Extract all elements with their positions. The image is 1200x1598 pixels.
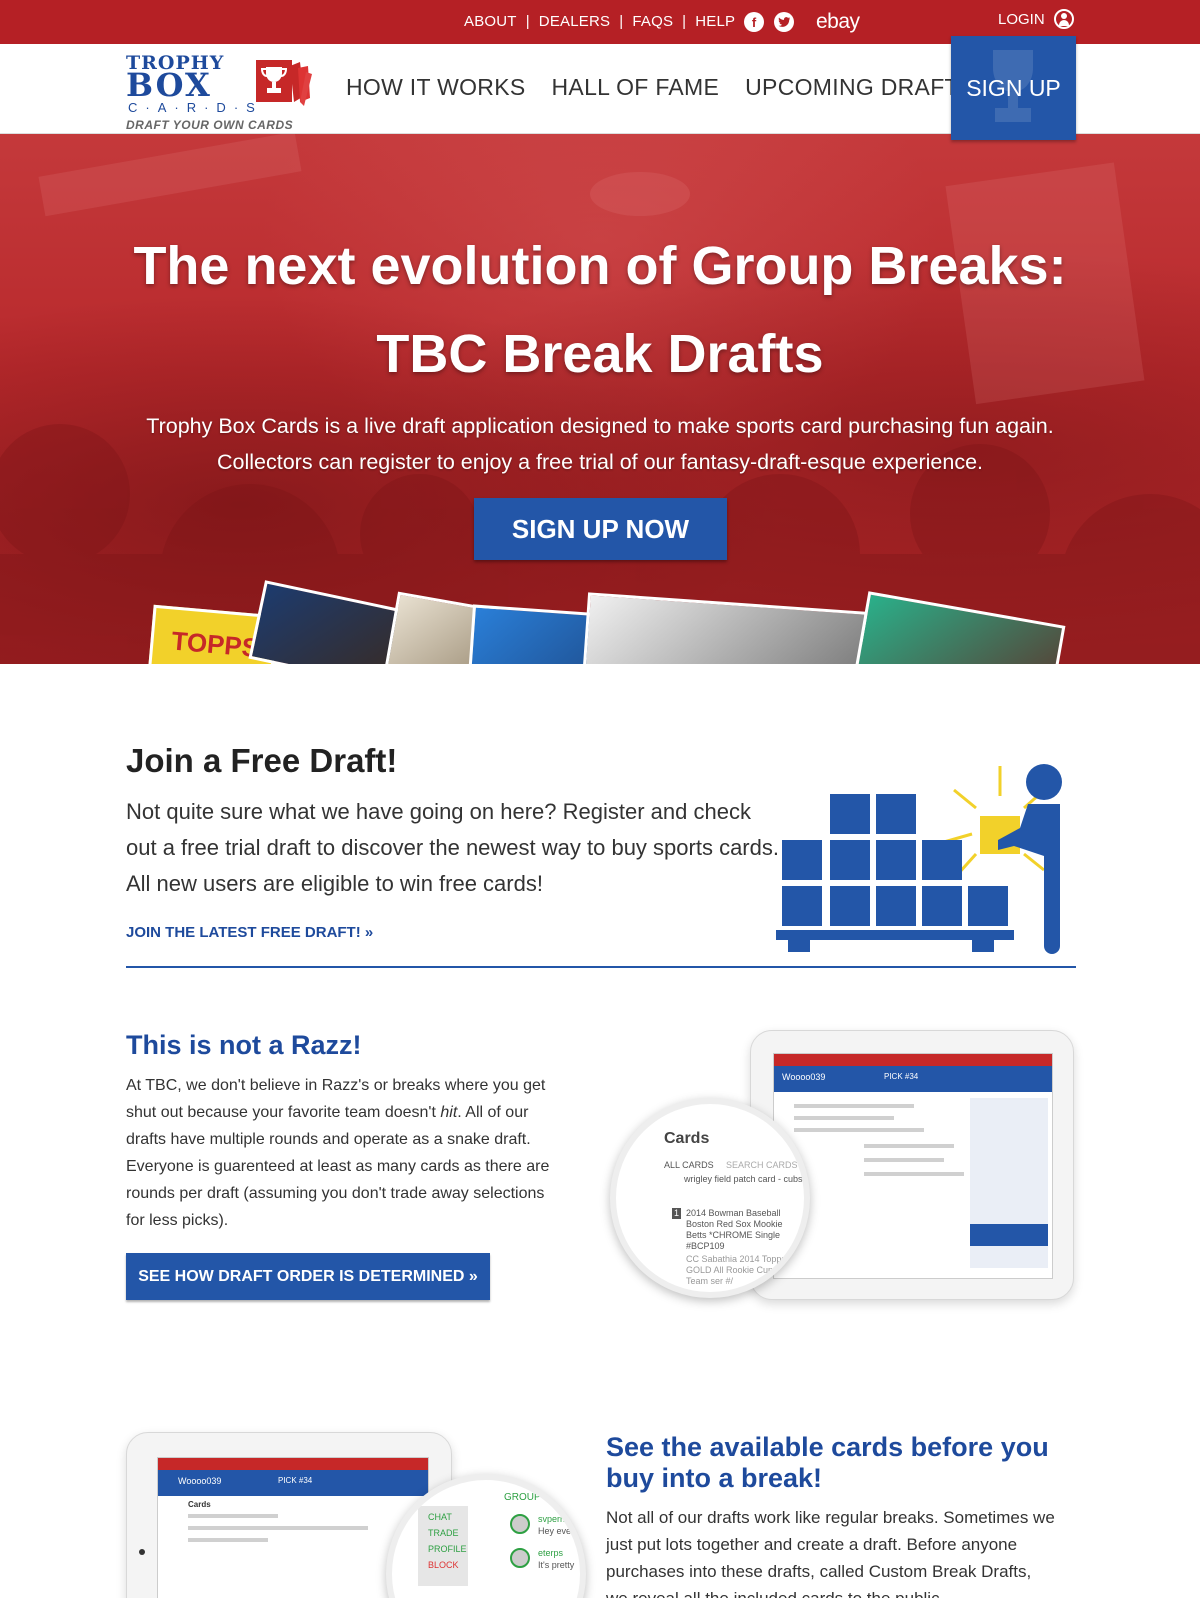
separator: | [525,13,530,30]
available-cards-title: See the available cards before you buy i… [606,1432,1049,1493]
logo-line-box: BOX [126,66,212,104]
social-links: f ebay [744,10,860,34]
screen-username-2: Woooo039 [178,1476,222,1486]
nav-upcoming-drafts[interactable]: UPCOMING DRAFTS [745,74,974,101]
zoom-all-cards-tab: ALL CARDS [664,1160,714,1170]
nav-how-it-works[interactable]: HOW IT WORKS [346,74,526,101]
login-label: LOGIN [998,10,1045,28]
dealers-link[interactable]: DEALERS [539,13,610,30]
screen-pick: PICK #34 [884,1072,919,1081]
zoom-item-patch: wrigley field patch card - cubs [684,1174,803,1184]
hero-subtitle: Trophy Box Cards is a live draft applica… [100,408,1100,480]
hero-subtitle-line1: Trophy Box Cards is a live draft applica… [146,414,1054,438]
available-cards-text: Not all of our drafts work like regular … [606,1508,1055,1598]
app-top-bar [158,1458,428,1470]
zoom-item-sabathia: CC Sabathia 2014 Topps GOLD All Rookie C… [686,1254,786,1286]
ebay-link[interactable]: ebay [816,10,860,34]
help-link[interactable]: HELP [695,13,735,30]
zoom-cards-title: Cards [664,1130,710,1147]
logo-line-cards: C·A·R·D·S [128,100,263,115]
tablet-screen: Woooo039 PICK #34 [773,1053,1053,1279]
separator: | [619,13,624,30]
app-top-bar [774,1054,1052,1066]
signup-label: SIGN UP [966,74,1061,101]
sign-up-now-button[interactable]: SIGN UP NOW [474,498,727,560]
logo-tagline: DRAFT YOUR OWN CARDS [126,118,294,132]
card-fan-icon [290,62,312,106]
chat-msg2: It's pretty [538,1560,575,1570]
razz-title: This is not a Razz! [126,1030,362,1060]
menu-chat[interactable]: CHAT [428,1512,452,1523]
trophy-icon [256,60,292,102]
screen-row [794,1116,894,1120]
free-draft-text: Not quite sure what we have going on her… [126,799,779,896]
chat-avatar [510,1514,530,1534]
menu-profile[interactable]: PROFILE [428,1544,467,1555]
cards-zoom-magnifier: Cards ALL CARDS SEARCH CARDS wrigley fie… [610,1098,810,1298]
chat-user2: eterps [538,1548,564,1558]
join-free-draft-link[interactable]: JOIN THE LATEST FREE DRAFT! » [126,924,373,941]
draft-order-button[interactable]: SEE HOW DRAFT ORDER IS DETERMINED » [126,1253,490,1300]
signup-button[interactable]: SIGN UP [951,36,1076,140]
about-link[interactable]: ABOUT [464,13,517,30]
screen-username: Woooo039 [782,1072,826,1082]
zoom-item-number: 1 [672,1208,682,1219]
app-header-bar: Woooo039 PICK #34 [158,1470,428,1496]
chat-avatar [510,1548,530,1568]
menu-block[interactable]: BLOCK [428,1560,459,1571]
app-header-bar: Woooo039 PICK #34 [774,1066,1052,1092]
razz-text-part2: . All of our drafts have multiple rounds… [126,1104,550,1229]
screen-row [288,1526,368,1530]
zoom-search: SEARCH CARDS [726,1160,798,1170]
screen-row [794,1128,924,1132]
pallet-boxes-illustration [776,764,1062,954]
hero-title-line2: TBC Break Drafts [376,324,824,384]
screen-sidebar-highlight [970,1224,1048,1246]
screen-row [794,1104,914,1108]
screen-row [864,1172,964,1176]
crowd-background [0,134,1200,664]
login-link[interactable]: LOGIN [998,9,1074,29]
main-nav: HOW IT WORKS HALL OF FAME UPCOMING DRAFT… [346,74,975,101]
screen-row [188,1526,298,1530]
screen-cards-heading: Cards [188,1500,211,1509]
hero-title-line1: The next evolution of Group Breaks: [133,236,1067,296]
free-draft-title: Join a Free Draft! [126,742,398,779]
screen-row [188,1514,278,1518]
screen-pick-2: PICK #34 [278,1476,313,1485]
screen-row [188,1538,268,1542]
chat-user1: svperna [538,1514,571,1524]
facebook-icon[interactable]: f [744,12,764,32]
site-logo[interactable]: TROPHY BOX C·A·R·D·S DRAFT YOUR OWN CARD… [126,52,316,132]
razz-text: At TBC, we don't believe in Razz's or br… [126,1072,556,1234]
user-icon [1053,9,1074,29]
topps-card-text: TOPPS [170,625,261,663]
nav-hall-of-fame[interactable]: HALL OF FAME [552,74,720,101]
context-menu: CHAT TRADE PROFILE BLOCK [418,1506,468,1586]
razz-text-italic: hit [440,1104,458,1121]
chat-msg1: Hey every [538,1526,579,1536]
group-chat-heading: GROUP CHA [504,1492,565,1503]
menu-trade[interactable]: TRADE [428,1528,459,1539]
twitter-icon[interactable] [774,12,794,32]
tablet-camera [139,1549,145,1555]
zoom-item-bowman: 2014 Bowman Baseball Boston Red Sox Mook… [686,1208,783,1251]
screen-row [864,1158,944,1162]
section-divider [126,966,1076,968]
separator: | [682,13,687,30]
screen-row [864,1144,954,1148]
hero-banner: The next evolution of Group Breaks: TBC … [0,134,1200,664]
faqs-link[interactable]: FAQS [632,13,673,30]
utility-nav: ABOUT | DEALERS | FAQS | HELP [464,13,735,30]
hero-subtitle-line2: Collectors can register to enjoy a free … [216,450,984,474]
